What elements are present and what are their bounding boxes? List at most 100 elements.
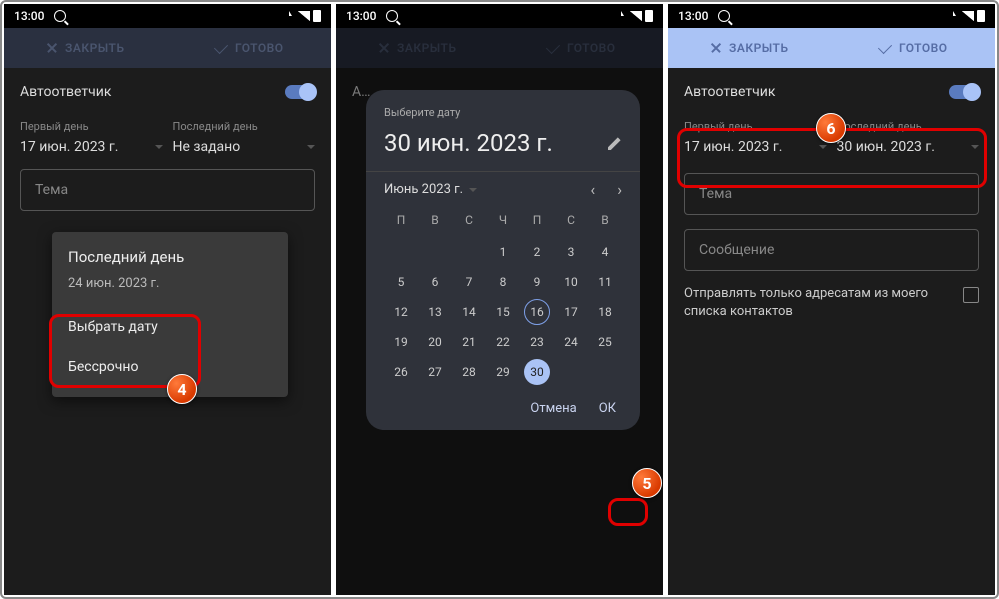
search-icon — [718, 10, 730, 22]
autoresponder-label: Автоответчик — [684, 84, 775, 100]
callout-badge-6: 6 — [816, 113, 846, 143]
first-day-selector[interactable]: Первый день 17 июн. 2023 г. — [20, 120, 163, 155]
check-icon — [214, 39, 228, 53]
signal-icon — [298, 11, 310, 21]
calendar-day — [452, 237, 486, 267]
signal-icon — [962, 11, 974, 21]
status-bar: 13:00 — [336, 4, 663, 28]
signal-icon — [630, 11, 642, 21]
month-selector[interactable]: Июнь 2023 г. — [384, 182, 477, 197]
calendar-day[interactable]: 10 — [554, 267, 588, 297]
close-icon — [47, 43, 57, 53]
screenshot-panel-3: 13:00 ЗАКРЫТЬ ГОТОВО Автоответчик — [668, 4, 995, 595]
calendar-day[interactable]: 30 — [520, 357, 554, 387]
calendar-day[interactable]: 24 — [554, 327, 588, 357]
calendar-day[interactable]: 1 — [486, 237, 520, 267]
calendar-day[interactable]: 6 — [418, 267, 452, 297]
battery-icon — [977, 10, 985, 22]
calendar-day[interactable]: 28 — [452, 357, 486, 387]
screenshot-panel-1: 13:00 ЗАКРЫТЬ ГОТОВО Автоответчик — [4, 4, 331, 595]
calendar-day[interactable]: 7 — [452, 267, 486, 297]
month-label: Июнь 2023 г. — [384, 182, 463, 197]
highlight-box-5 — [608, 498, 648, 526]
calendar-day[interactable]: 9 — [520, 267, 554, 297]
top-action-bar: ЗАКРЫТЬ ГОТОВО — [668, 28, 995, 68]
dow-header: В — [418, 207, 452, 237]
dow-header: В — [588, 207, 622, 237]
calendar-day[interactable]: 16 — [520, 297, 554, 327]
divider — [366, 171, 640, 172]
calendar-day[interactable]: 23 — [520, 327, 554, 357]
top-action-bar: ЗАКРЫТЬ ГОТОВО — [4, 28, 331, 68]
calendar-day[interactable]: 29 — [486, 357, 520, 387]
calendar-day — [588, 357, 622, 387]
calendar-day[interactable]: 11 — [588, 267, 622, 297]
calendar-day — [418, 237, 452, 267]
calendar-day[interactable]: 21 — [452, 327, 486, 357]
autoresponder-toggle[interactable] — [949, 85, 979, 99]
status-bar: 13:00 — [4, 4, 331, 28]
calendar-day[interactable]: 22 — [486, 327, 520, 357]
calendar-day[interactable]: 12 — [384, 297, 418, 327]
search-icon — [54, 10, 66, 22]
calendar-day[interactable]: 13 — [418, 297, 452, 327]
dow-header: Ч — [486, 207, 520, 237]
callout-badge-4: 4 — [167, 374, 197, 404]
only-contacts-checkbox[interactable] — [963, 287, 979, 303]
search-icon — [386, 10, 398, 22]
calendar-day[interactable]: 14 — [452, 297, 486, 327]
wifi-icon — [283, 11, 295, 21]
battery-icon — [645, 10, 653, 22]
calendar-day — [554, 357, 588, 387]
calendar-day[interactable]: 19 — [384, 327, 418, 357]
prev-month-button[interactable]: ‹ — [590, 180, 595, 199]
calendar-day[interactable]: 5 — [384, 267, 418, 297]
last-day-caption: Последний день — [173, 120, 316, 133]
calendar-day[interactable]: 2 — [520, 237, 554, 267]
done-button[interactable]: ГОТОВО — [168, 28, 332, 68]
calendar-day[interactable]: 26 — [384, 357, 418, 387]
autoresponder-toggle[interactable] — [285, 85, 315, 99]
message-input[interactable]: Сообщение — [684, 229, 979, 271]
first-day-value: 17 июн. 2023 г. — [20, 139, 118, 155]
close-label: ЗАКРЫТЬ — [729, 41, 789, 55]
done-button[interactable]: ГОТОВО — [832, 28, 996, 68]
subject-input[interactable]: Тема — [20, 169, 315, 211]
calendar-day[interactable]: 8 — [486, 267, 520, 297]
calendar-day[interactable]: 20 — [418, 327, 452, 357]
clock: 13:00 — [14, 9, 44, 23]
ok-button[interactable]: ОК — [599, 401, 616, 416]
first-day-caption: Первый день — [20, 120, 163, 133]
chevron-down-icon — [469, 188, 477, 192]
dialog-selected-date: 30 июн. 2023 г. — [384, 129, 553, 157]
close-icon — [711, 43, 721, 53]
calendar-day[interactable]: 18 — [588, 297, 622, 327]
calendar-day[interactable]: 15 — [486, 297, 520, 327]
last-day-selector[interactable]: Последний день Не задано — [173, 120, 316, 155]
only-contacts-label: Отправлять только адресатам из моего спи… — [684, 285, 949, 321]
done-label: ГОТОВО — [899, 41, 948, 55]
calendar-day[interactable]: 27 — [418, 357, 452, 387]
calendar-day[interactable]: 25 — [588, 327, 622, 357]
date-picker-dialog: Выберите дату 30 июн. 2023 г. Июнь 2023 … — [366, 90, 640, 430]
close-button[interactable]: ЗАКРЫТЬ — [668, 28, 832, 68]
close-button[interactable]: ЗАКРЫТЬ — [4, 28, 168, 68]
popup-title: Последний день — [52, 248, 288, 276]
calendar-day[interactable]: 3 — [554, 237, 588, 267]
calendar-day[interactable]: 4 — [588, 237, 622, 267]
autoresponder-label: Автоответчик — [20, 84, 111, 100]
check-icon — [878, 39, 892, 53]
calendar-day[interactable]: 17 — [554, 297, 588, 327]
callout-badge-5: 5 — [632, 468, 662, 498]
edit-icon[interactable] — [608, 136, 622, 150]
clock: 13:00 — [678, 9, 708, 23]
calendar-day — [384, 237, 418, 267]
done-label: ГОТОВО — [235, 41, 284, 55]
dialog-caption: Выберите дату — [384, 106, 622, 119]
next-month-button[interactable]: › — [617, 180, 622, 199]
wifi-icon — [947, 11, 959, 21]
close-label: ЗАКРЫТЬ — [65, 41, 125, 55]
cancel-button[interactable]: Отмена — [530, 401, 576, 416]
battery-icon — [313, 10, 321, 22]
dow-header: С — [554, 207, 588, 237]
